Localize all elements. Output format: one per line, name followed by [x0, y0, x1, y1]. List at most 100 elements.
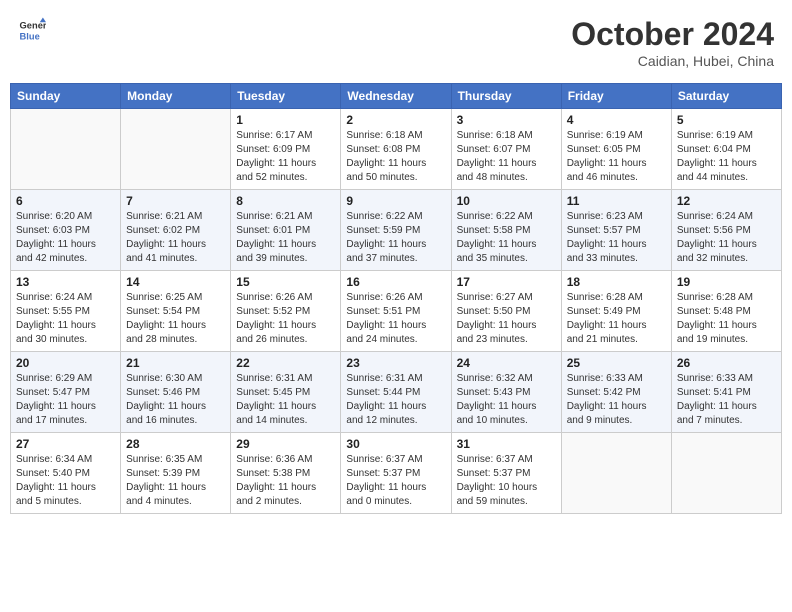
- calendar-cell: 21 Sunrise: 6:30 AM Sunset: 5:46 PM Dayli…: [121, 352, 231, 433]
- day-info: Sunrise: 6:31 AM Sunset: 5:45 PM Dayligh…: [236, 372, 335, 428]
- day-info: Sunrise: 6:18 AM Sunset: 6:07 PM Dayligh…: [457, 129, 556, 185]
- day-info: Sunrise: 6:19 AM Sunset: 6:04 PM Dayligh…: [677, 129, 776, 185]
- calendar-cell: 5 Sunrise: 6:19 AM Sunset: 6:04 PM Daylig…: [671, 109, 781, 190]
- calendar-cell: 9 Sunrise: 6:22 AM Sunset: 5:59 PM Daylig…: [341, 190, 451, 271]
- calendar-cell: 12 Sunrise: 6:24 AM Sunset: 5:56 PM Dayli…: [671, 190, 781, 271]
- calendar-week-5: 27 Sunrise: 6:34 AM Sunset: 5:40 PM Dayli…: [11, 433, 782, 514]
- calendar-cell: 3Sunrise: 6:18 AM Sunset: 6:07 PM Daylig…: [451, 109, 561, 190]
- calendar-cell: 14 Sunrise: 6:25 AM Sunset: 5:54 PM Dayli…: [121, 271, 231, 352]
- day-info: Sunrise: 6:28 AM Sunset: 5:48 PM Dayligh…: [677, 291, 776, 347]
- day-info: Sunrise: 6:21 AM Sunset: 6:01 PM Dayligh…: [236, 210, 335, 266]
- calendar-cell: 11Sunrise: 6:23 AM Sunset: 5:57 PM Dayli…: [561, 190, 671, 271]
- calendar-cell: [121, 109, 231, 190]
- day-info: Sunrise: 6:19 AM Sunset: 6:05 PM Dayligh…: [567, 129, 666, 185]
- month-title: October 2024: [571, 16, 774, 53]
- weekday-header-wednesday: Wednesday: [341, 84, 451, 109]
- calendar-cell: 8Sunrise: 6:21 AM Sunset: 6:01 PM Daylig…: [231, 190, 341, 271]
- day-info: Sunrise: 6:37 AM Sunset: 5:37 PM Dayligh…: [457, 453, 556, 509]
- day-info: Sunrise: 6:28 AM Sunset: 5:49 PM Dayligh…: [567, 291, 666, 347]
- calendar-cell: 15 Sunrise: 6:26 AM Sunset: 5:52 PM Dayli…: [231, 271, 341, 352]
- calendar-week-1: 1 Sunrise: 6:17 AM Sunset: 6:09 PM Daylig…: [11, 109, 782, 190]
- day-info: Sunrise: 6:20 AM Sunset: 6:03 PM Dayligh…: [16, 210, 115, 266]
- svg-text:Blue: Blue: [20, 31, 40, 41]
- page-header: General Blue October 2024 Caidian, Hubei…: [10, 10, 782, 75]
- weekday-header-row: SundayMondayTuesdayWednesdayThursdayFrid…: [11, 84, 782, 109]
- day-number: 21: [126, 356, 225, 370]
- day-info: Sunrise: 6:32 AM Sunset: 5:43 PM Dayligh…: [457, 372, 556, 428]
- day-number: 14: [126, 275, 225, 289]
- calendar-cell: 4 Sunrise: 6:19 AM Sunset: 6:05 PM Daylig…: [561, 109, 671, 190]
- weekday-header-thursday: Thursday: [451, 84, 561, 109]
- day-number: 15: [236, 275, 335, 289]
- day-number: 1: [236, 113, 335, 127]
- calendar-table: SundayMondayTuesdayWednesdayThursdayFrid…: [10, 83, 782, 514]
- day-info: Sunrise: 6:22 AM Sunset: 5:59 PM Dayligh…: [346, 210, 445, 266]
- calendar-cell: 30 Sunrise: 6:37 AM Sunset: 5:37 PM Dayli…: [341, 433, 451, 514]
- calendar-cell: 25 Sunrise: 6:33 AM Sunset: 5:42 PM Dayli…: [561, 352, 671, 433]
- day-info: Sunrise: 6:26 AM Sunset: 5:51 PM Dayligh…: [346, 291, 445, 347]
- calendar-cell: 28Sunrise: 6:35 AM Sunset: 5:39 PM Dayli…: [121, 433, 231, 514]
- day-number: 17: [457, 275, 556, 289]
- calendar-cell: 2Sunrise: 6:18 AM Sunset: 6:08 PM Daylig…: [341, 109, 451, 190]
- day-number: 23: [346, 356, 445, 370]
- day-info: Sunrise: 6:30 AM Sunset: 5:46 PM Dayligh…: [126, 372, 225, 428]
- day-info: Sunrise: 6:31 AM Sunset: 5:44 PM Dayligh…: [346, 372, 445, 428]
- day-number: 16: [346, 275, 445, 289]
- day-info: Sunrise: 6:24 AM Sunset: 5:56 PM Dayligh…: [677, 210, 776, 266]
- day-info: Sunrise: 6:27 AM Sunset: 5:50 PM Dayligh…: [457, 291, 556, 347]
- location-subtitle: Caidian, Hubei, China: [571, 53, 774, 69]
- day-info: Sunrise: 6:34 AM Sunset: 5:40 PM Dayligh…: [16, 453, 115, 509]
- day-number: 29: [236, 437, 335, 451]
- day-info: Sunrise: 6:37 AM Sunset: 5:37 PM Dayligh…: [346, 453, 445, 509]
- calendar-week-2: 6Sunrise: 6:20 AM Sunset: 6:03 PM Daylig…: [11, 190, 782, 271]
- calendar-cell: 1 Sunrise: 6:17 AM Sunset: 6:09 PM Daylig…: [231, 109, 341, 190]
- day-info: Sunrise: 6:35 AM Sunset: 5:39 PM Dayligh…: [126, 453, 225, 509]
- day-info: Sunrise: 6:18 AM Sunset: 6:08 PM Dayligh…: [346, 129, 445, 185]
- calendar-cell: 10 Sunrise: 6:22 AM Sunset: 5:58 PM Dayli…: [451, 190, 561, 271]
- day-number: 4: [567, 113, 666, 127]
- calendar-cell: 23 Sunrise: 6:31 AM Sunset: 5:44 PM Dayli…: [341, 352, 451, 433]
- calendar-week-3: 13Sunrise: 6:24 AM Sunset: 5:55 PM Dayli…: [11, 271, 782, 352]
- calendar-cell: 6Sunrise: 6:20 AM Sunset: 6:03 PM Daylig…: [11, 190, 121, 271]
- calendar-cell: 16 Sunrise: 6:26 AM Sunset: 5:51 PM Dayli…: [341, 271, 451, 352]
- calendar-cell: 22 Sunrise: 6:31 AM Sunset: 5:45 PM Dayli…: [231, 352, 341, 433]
- day-number: 5: [677, 113, 776, 127]
- day-info: Sunrise: 6:17 AM Sunset: 6:09 PM Dayligh…: [236, 129, 335, 185]
- calendar-cell: 18 Sunrise: 6:28 AM Sunset: 5:49 PM Dayli…: [561, 271, 671, 352]
- day-info: Sunrise: 6:26 AM Sunset: 5:52 PM Dayligh…: [236, 291, 335, 347]
- weekday-header-monday: Monday: [121, 84, 231, 109]
- day-number: 19: [677, 275, 776, 289]
- calendar-cell: 29 Sunrise: 6:36 AM Sunset: 5:38 PM Dayli…: [231, 433, 341, 514]
- day-number: 12: [677, 194, 776, 208]
- day-number: 10: [457, 194, 556, 208]
- day-number: 18: [567, 275, 666, 289]
- logo: General Blue: [18, 16, 46, 44]
- weekday-header-sunday: Sunday: [11, 84, 121, 109]
- day-number: 26: [677, 356, 776, 370]
- day-number: 9: [346, 194, 445, 208]
- day-number: 7: [126, 194, 225, 208]
- day-info: Sunrise: 6:33 AM Sunset: 5:42 PM Dayligh…: [567, 372, 666, 428]
- calendar-cell: [11, 109, 121, 190]
- weekday-header-friday: Friday: [561, 84, 671, 109]
- day-info: Sunrise: 6:21 AM Sunset: 6:02 PM Dayligh…: [126, 210, 225, 266]
- day-number: 30: [346, 437, 445, 451]
- day-number: 20: [16, 356, 115, 370]
- calendar-cell: [561, 433, 671, 514]
- calendar-cell: 17 Sunrise: 6:27 AM Sunset: 5:50 PM Dayli…: [451, 271, 561, 352]
- day-number: 22: [236, 356, 335, 370]
- calendar-cell: 31Sunrise: 6:37 AM Sunset: 5:37 PM Dayli…: [451, 433, 561, 514]
- day-info: Sunrise: 6:22 AM Sunset: 5:58 PM Dayligh…: [457, 210, 556, 266]
- title-block: October 2024 Caidian, Hubei, China: [571, 16, 774, 69]
- day-info: Sunrise: 6:23 AM Sunset: 5:57 PM Dayligh…: [567, 210, 666, 266]
- day-info: Sunrise: 6:25 AM Sunset: 5:54 PM Dayligh…: [126, 291, 225, 347]
- day-number: 27: [16, 437, 115, 451]
- weekday-header-tuesday: Tuesday: [231, 84, 341, 109]
- day-info: Sunrise: 6:33 AM Sunset: 5:41 PM Dayligh…: [677, 372, 776, 428]
- logo-icon: General Blue: [18, 16, 46, 44]
- day-info: Sunrise: 6:36 AM Sunset: 5:38 PM Dayligh…: [236, 453, 335, 509]
- day-number: 13: [16, 275, 115, 289]
- day-number: 25: [567, 356, 666, 370]
- calendar-week-4: 20 Sunrise: 6:29 AM Sunset: 5:47 PM Dayli…: [11, 352, 782, 433]
- day-info: Sunrise: 6:29 AM Sunset: 5:47 PM Dayligh…: [16, 372, 115, 428]
